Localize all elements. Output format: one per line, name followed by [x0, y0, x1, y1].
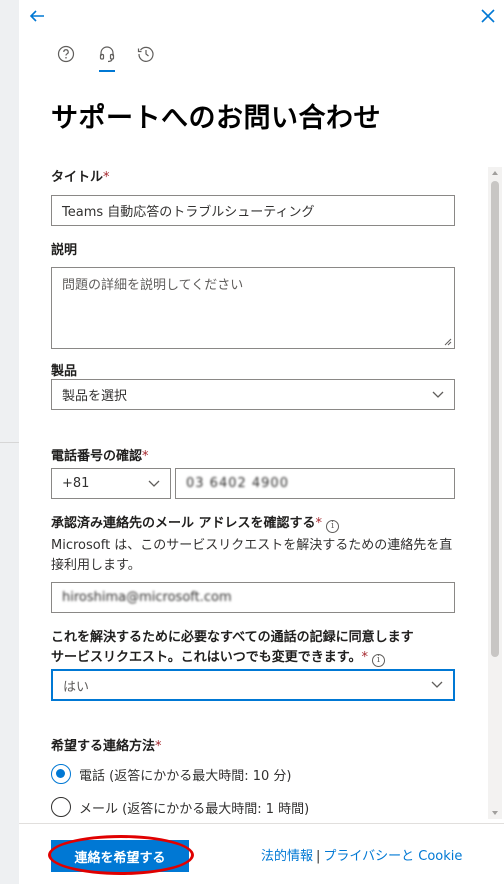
arrow-left-icon — [29, 10, 44, 22]
phone-label-text: 電話番号の確認 — [51, 449, 143, 464]
required-marker: * — [142, 449, 149, 464]
close-button[interactable] — [478, 6, 498, 26]
title-label-text: タイトル — [51, 170, 104, 185]
headset-icon — [99, 46, 115, 63]
radio-option-email-label: メール (返答にかかる最大時間: 1 時間) — [79, 801, 310, 817]
radio-button[interactable] — [51, 797, 71, 817]
product-label: 製品 — [51, 364, 78, 379]
consent-select[interactable]: はい — [51, 669, 455, 701]
consent-label-line2: サービスリクエスト。これはいつでも変更できます。 — [51, 650, 362, 665]
product-select-value: 製品を選択 — [62, 389, 128, 404]
tab-help[interactable] — [57, 45, 77, 65]
consent-label-line1: これを解決するために必要なすべての通話の記録に同意します — [51, 630, 414, 645]
title-input[interactable]: Teams 自動応答のトラブルシューティング — [51, 195, 455, 226]
info-icon[interactable]: i — [371, 654, 385, 667]
close-icon — [481, 9, 495, 23]
email-label-text: 承認済み連絡先のメール アドレスを確認する — [51, 516, 316, 531]
title-input-value: Teams 自動応答のトラブルシューティング — [62, 205, 315, 220]
request-contact-button[interactable]: 連絡を希望する — [51, 840, 189, 872]
chevron-down-icon — [431, 681, 443, 688]
contact-method-label: 希望する連絡方法* — [51, 735, 162, 754]
active-tab-indicator — [99, 70, 115, 72]
consent-label: サービスリクエスト。これはいつでも変更できます。* i — [51, 646, 385, 667]
radio-option-email[interactable]: メール (返答にかかる最大時間: 1 時間) — [51, 797, 309, 817]
scroll-down-icon[interactable] — [492, 811, 498, 815]
link-separator: | — [316, 849, 321, 864]
chevron-down-icon — [148, 480, 160, 487]
tab-contact-support[interactable] — [98, 45, 118, 65]
description-label: 説明 — [51, 243, 78, 258]
title-label: タイトル* — [51, 166, 110, 185]
legal-link[interactable]: 法的情報 — [261, 849, 313, 864]
country-code-value: +81 — [62, 476, 90, 491]
product-select[interactable]: 製品を選択 — [51, 379, 455, 410]
required-marker: * — [315, 516, 323, 531]
radio-option-phone-label: 電話 (返答にかかる最大時間: 10 分) — [79, 768, 292, 784]
phone-number-value: 03 6402 4900 — [186, 476, 289, 491]
resize-grip-icon[interactable] — [444, 338, 452, 346]
help-icon — [57, 45, 75, 63]
consent-select-value: はい — [63, 679, 90, 695]
required-marker: * — [155, 739, 162, 754]
radio-option-phone[interactable]: 電話 (返答にかかる最大時間: 10 分) — [51, 764, 291, 784]
phone-label: 電話番号の確認* — [51, 445, 149, 464]
description-placeholder: 問題の詳細を説明してください — [62, 278, 244, 293]
radio-button-selected[interactable] — [51, 764, 71, 784]
country-code-select[interactable]: +81 — [51, 468, 171, 499]
scrollbar[interactable] — [488, 167, 502, 819]
page-title: サポートへのお問い合わせ — [51, 103, 381, 134]
phone-number-input[interactable]: 03 6402 4900 — [175, 468, 455, 499]
chevron-down-icon — [432, 391, 444, 398]
email-label: 承認済み連絡先のメール アドレスを確認する* i — [51, 512, 340, 533]
background-divider — [0, 442, 19, 443]
contact-method-label-text: 希望する連絡方法 — [51, 739, 156, 754]
email-input[interactable]: hiroshima@microsoft.com — [51, 582, 455, 613]
privacy-link[interactable]: プライバシーと Cookie — [323, 849, 462, 864]
tab-history[interactable] — [137, 45, 157, 65]
email-description: Microsoft は、このサービスリクエストを解決するための連絡先を直接利用し… — [51, 538, 453, 573]
footer-links: 法的情報 | プライバシーと Cookie — [261, 845, 462, 864]
scrollbar-thumb[interactable] — [491, 181, 499, 657]
info-icon[interactable]: i — [326, 520, 340, 533]
history-icon — [137, 46, 154, 62]
scroll-up-icon[interactable] — [492, 171, 498, 175]
back-button[interactable] — [27, 6, 47, 26]
email-value: hiroshima@microsoft.com — [62, 590, 232, 605]
required-marker: * — [103, 170, 110, 185]
description-textarea[interactable]: 問題の詳細を説明してください — [51, 267, 455, 349]
required-marker: * — [361, 650, 368, 665]
